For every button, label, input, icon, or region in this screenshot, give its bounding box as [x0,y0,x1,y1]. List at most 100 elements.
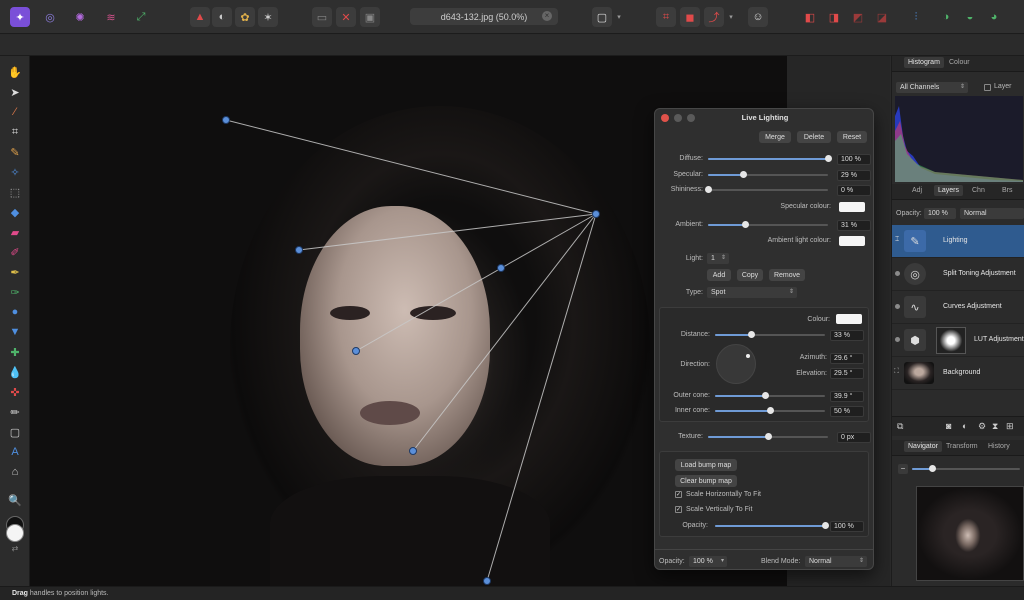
paint-brush-icon[interactable]: ✐ [7,244,23,260]
mesh-warp-icon[interactable]: ⌂ [7,464,23,480]
specular-colour-swatch[interactable] [839,202,865,212]
direction-dial-knob[interactable] [746,354,750,358]
swap-colours-icon[interactable]: ⇄ [7,540,23,556]
light-handle[interactable] [295,246,303,254]
tab-colour[interactable]: Colour [949,59,970,66]
navigator-preview[interactable] [916,486,1024,581]
colour-picker-tool-icon[interactable]: ⁄ [7,104,23,120]
selection-rect-icon[interactable]: ▭ [312,7,332,27]
tab-adj[interactable]: Adj [912,187,922,194]
tab-brs[interactable]: Brs [1002,187,1013,194]
arrange-forward-icon[interactable]: ◨ [824,7,844,27]
layer-row-lighting[interactable]: ⌶ ✎ Lighting [892,225,1024,258]
reset-button[interactable]: Reset [837,131,867,143]
view-mode-dropdown-icon[interactable]: ▾ [614,7,624,27]
document-title[interactable]: d643-132.jpg (50.0%) × [410,8,558,25]
smudge-tool-icon[interactable]: 💧 [7,364,23,380]
mask-icon[interactable]: ◙ [946,421,951,431]
snapping-dropdown-icon[interactable]: ▾ [726,7,736,27]
merge-button[interactable]: Merge [759,131,791,143]
layer-expand-icon[interactable]: ⌶ [895,236,899,244]
ambient-colour-swatch[interactable] [839,236,865,246]
light-handle[interactable] [409,447,417,455]
arrange-back-icon[interactable]: ◪ [872,7,892,27]
footer-opacity-select[interactable]: 100 % ▾ [689,556,727,567]
develop-persona-icon[interactable]: ✺ [70,7,90,27]
add-light-button[interactable]: Add [707,269,731,281]
light-handle[interactable] [483,577,491,585]
tone-mapping-persona-icon[interactable]: ≋ [101,7,121,27]
scale-horizontally-checkbox[interactable]: ✓ [675,491,682,498]
crop-icon[interactable]: ⌗ [656,7,676,27]
healing-tool-icon[interactable]: ✚ [7,344,23,360]
shininess-slider[interactable] [705,186,828,193]
specular-slider[interactable] [708,171,828,178]
visibility-toggle[interactable] [895,337,900,342]
scale-vertically-checkbox[interactable]: ✓ [675,506,682,513]
channels-select[interactable]: All Channels ⇕ [896,82,968,93]
add-layer-icon[interactable]: ⊞ [1006,421,1014,432]
colour-picker-icon[interactable]: ◕ [984,7,1004,27]
tab-transform[interactable]: Transform [946,443,978,450]
fx-icon[interactable]: ⚙ [978,421,986,432]
auto-colour-icon[interactable]: ✿ [235,7,255,27]
stamp-tool-icon[interactable]: ▼ [7,324,23,340]
layer-row-curves[interactable]: ∿ Curves Adjustment [892,291,1024,324]
align-icon[interactable]: ⫶ [906,7,926,27]
tab-navigator[interactable]: Navigator [904,441,942,452]
zoom-out-button[interactable]: − [898,464,908,474]
stepper-arrows-icon[interactable]: ⇕ [721,253,726,264]
auto-white-balance-icon[interactable]: ✶ [258,7,278,27]
azimuth-value[interactable]: 29.6 ° [830,353,864,364]
lock-icon[interactable]: ⛶ [894,368,899,376]
outer-cone-value[interactable]: 39.9 ° [830,391,864,402]
auto-contrast-icon[interactable]: ◐ [212,7,232,27]
blend-mode-select[interactable]: Normal ⇕ [805,556,867,567]
export-persona-icon[interactable]: ⤢ [131,7,151,27]
bump-opacity-slider[interactable] [715,522,829,529]
clear-bump-map-button[interactable]: Clear bump map [675,475,737,487]
bump-opacity-value[interactable]: 100 % [830,521,864,532]
light-colour-swatch[interactable] [836,314,862,324]
layer-row-background[interactable]: ⛶ Background [892,357,1024,390]
distance-slider[interactable] [715,331,825,338]
tab-histogram[interactable]: Histogram [904,57,944,68]
shininess-value[interactable]: 0 % [837,185,871,196]
snapping-icon[interactable]: ⤴ [704,7,724,27]
layer-options-icon[interactable]: ⧉ [897,421,903,432]
arrange-backward-icon[interactable]: ◩ [848,7,868,27]
affinity-photo-persona-icon[interactable]: ✦ [10,7,30,27]
tab-history[interactable]: History [988,443,1010,450]
invert-selection-icon[interactable]: ▣ [360,7,380,27]
liquify-persona-icon[interactable]: ◎ [40,7,60,27]
dodge-tool-icon[interactable]: ✒ [7,264,23,280]
visibility-toggle[interactable] [895,304,900,309]
remove-light-button[interactable]: Remove [769,269,805,281]
deselect-icon[interactable]: ✕ [336,7,356,27]
move-tool-icon[interactable]: ➤ [7,84,23,100]
specular-value[interactable]: 29 % [837,170,871,181]
pen-tool-icon[interactable]: ✏ [7,404,23,420]
red-eye-tool-icon[interactable]: ✜ [7,384,23,400]
load-bump-map-button[interactable]: Load bump map [675,459,737,471]
inner-cone-value[interactable]: 50 % [830,406,864,417]
arrange-front-icon[interactable]: ◧ [800,7,820,27]
texture-slider[interactable] [708,433,828,440]
ambient-slider[interactable] [708,221,828,228]
light-source-handle[interactable] [592,210,600,218]
layers-opacity-select[interactable]: 100 % [924,208,956,219]
copy-light-button[interactable]: Copy [737,269,763,281]
view-mode-icon[interactable]: ▢ [592,7,612,27]
elevation-value[interactable]: 29.5 ° [830,368,864,379]
text-tool-icon[interactable]: A [7,444,23,460]
visibility-toggle[interactable] [895,271,900,276]
marquee-tool-icon[interactable]: ⬚ [7,184,23,200]
texture-value[interactable]: 0 px [837,432,871,443]
layer-only-checkbox[interactable] [984,84,991,91]
outer-cone-slider[interactable] [715,392,825,399]
inner-cone-slider[interactable] [715,407,825,414]
tab-layers[interactable]: Layers [934,185,964,196]
light-handle[interactable] [352,347,360,355]
light-stepper[interactable]: 1 ⇕ [707,253,729,264]
diffuse-slider[interactable] [708,155,832,162]
